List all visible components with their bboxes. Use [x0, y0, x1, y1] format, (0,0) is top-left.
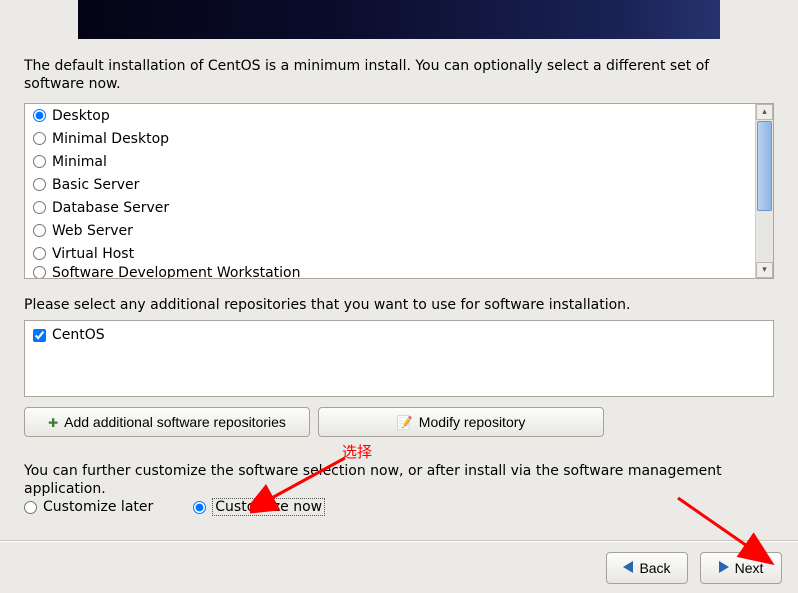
install-type-radio[interactable]	[33, 178, 46, 191]
install-type-label: Software Development Workstation	[52, 265, 301, 279]
customize-now-option[interactable]: Customize now	[193, 498, 325, 516]
install-type-label: Minimal Desktop	[52, 131, 169, 147]
install-type-label: Desktop	[52, 108, 110, 124]
customize-later-option[interactable]: Customize later	[24, 499, 153, 515]
install-type-label: Web Server	[52, 223, 133, 239]
install-type-item[interactable]: Minimal	[25, 150, 755, 173]
install-type-item[interactable]: Database Server	[25, 196, 755, 219]
install-type-item[interactable]: Software Development Workstation	[25, 265, 755, 279]
install-type-radio[interactable]	[33, 155, 46, 168]
customize-now-radio[interactable]	[193, 501, 206, 514]
annotation-label: 选择	[342, 441, 372, 462]
install-type-label: Database Server	[52, 200, 169, 216]
install-type-label: Minimal	[52, 154, 107, 170]
modify-repo-button[interactable]: Modify repository	[318, 407, 604, 437]
install-type-radio[interactable]	[33, 132, 46, 145]
scroll-up-button[interactable]: ▴	[756, 104, 773, 120]
scrollbar[interactable]: ▴ ▾	[755, 103, 774, 279]
back-button[interactable]: Back	[606, 552, 688, 584]
next-label: Next	[735, 560, 764, 576]
install-description: The default installation of CentOS is a …	[24, 58, 764, 93]
scroll-down-button[interactable]: ▾	[756, 262, 773, 278]
customize-later-radio[interactable]	[24, 501, 37, 514]
scroll-thumb[interactable]	[757, 121, 772, 211]
install-type-radio[interactable]	[33, 109, 46, 122]
install-type-item[interactable]: Minimal Desktop	[25, 127, 755, 150]
edit-icon	[397, 414, 413, 431]
add-repo-label: Add additional software repositories	[64, 414, 286, 430]
install-type-radio[interactable]	[33, 224, 46, 237]
add-repo-button[interactable]: Add additional software repositories	[24, 407, 310, 437]
install-type-radio[interactable]	[33, 247, 46, 260]
customize-now-label: Customize now	[212, 498, 325, 516]
install-type-radio[interactable]	[33, 201, 46, 214]
repo-item-label: CentOS	[52, 327, 105, 343]
install-type-listbox[interactable]: Desktop Minimal Desktop Minimal Basic Se…	[24, 103, 774, 279]
modify-repo-label: Modify repository	[419, 414, 526, 430]
repo-listbox[interactable]: CentOS	[24, 320, 774, 397]
next-button[interactable]: Next	[700, 552, 782, 584]
install-type-label: Virtual Host	[52, 246, 134, 262]
customize-description: You can further customize the software s…	[24, 463, 764, 498]
install-type-radio[interactable]	[33, 266, 46, 279]
arrow-left-icon	[623, 560, 633, 576]
header-banner	[78, 0, 720, 39]
repo-item[interactable]: CentOS	[33, 327, 765, 343]
separator	[0, 540, 798, 542]
back-label: Back	[639, 560, 670, 576]
install-type-item[interactable]: Virtual Host	[25, 242, 755, 265]
install-type-item[interactable]: Web Server	[25, 219, 755, 242]
install-type-item[interactable]: Basic Server	[25, 173, 755, 196]
arrow-right-icon	[719, 560, 729, 576]
customize-later-label: Customize later	[43, 499, 153, 515]
install-type-label: Basic Server	[52, 177, 139, 193]
repo-description: Please select any additional repositorie…	[24, 297, 764, 313]
plus-icon	[48, 414, 58, 430]
repo-checkbox[interactable]	[33, 329, 46, 342]
install-type-item[interactable]: Desktop	[25, 104, 755, 127]
